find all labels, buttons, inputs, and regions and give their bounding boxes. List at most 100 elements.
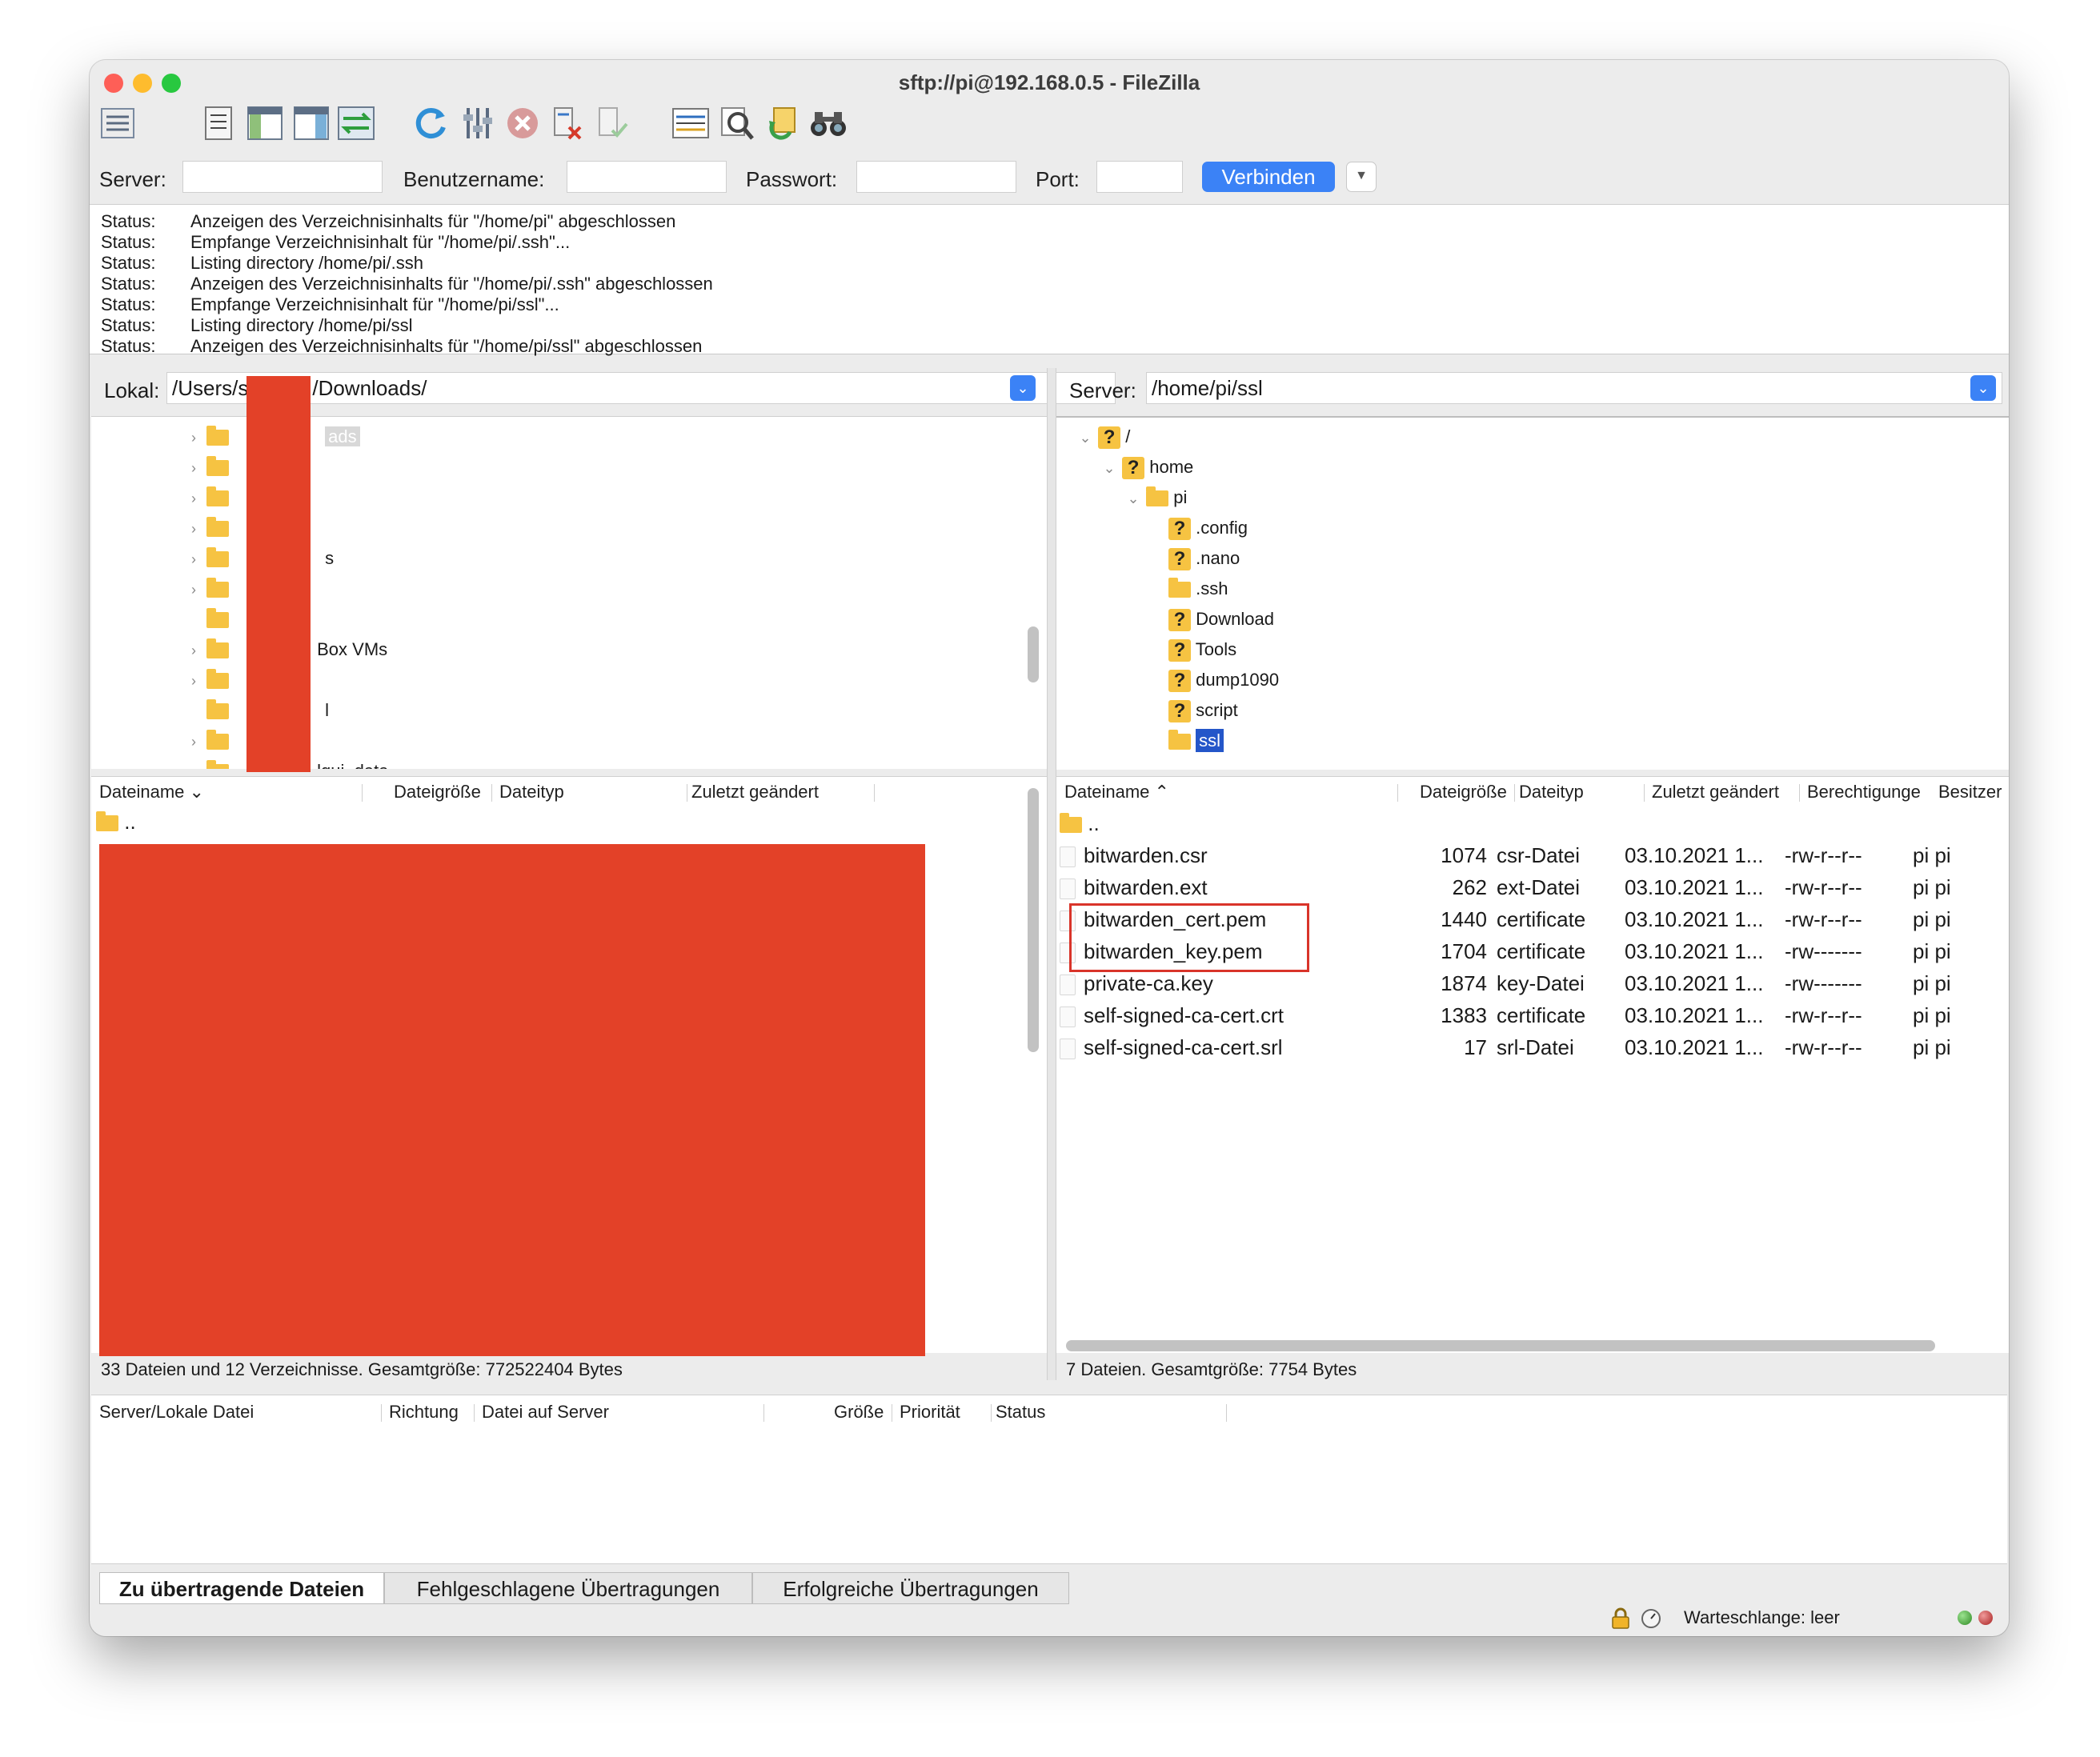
remote-path-dropdown-button[interactable]: ⌄	[1970, 375, 1996, 401]
log-line: Status: Listing directory /home/pi/.ssh	[101, 253, 424, 273]
remote-path-combo[interactable]: /home/pi/ssl	[1146, 372, 2002, 404]
remote-file-row[interactable]: bitwarden.csr 1074 csr-Datei 03.10.2021 …	[1060, 839, 2004, 871]
close-window-button[interactable]	[104, 74, 123, 93]
expand-arrow-icon[interactable]: ›	[186, 666, 202, 696]
tree-item-config[interactable]: ? .config	[1168, 513, 1248, 543]
site-manager-icon[interactable]	[96, 102, 139, 145]
tree-item-nano[interactable]: ? .nano	[1168, 543, 1240, 574]
expand-arrow-icon[interactable]: ›	[186, 635, 202, 666]
remote-file-row[interactable]: bitwarden.ext 262 ext-Datei 03.10.2021 1…	[1060, 871, 2004, 903]
refresh-icon[interactable]	[410, 102, 453, 145]
remote-col-permissions[interactable]: Berechtigunge	[1807, 779, 1921, 805]
queue-col-file[interactable]: Server/Lokale Datei	[99, 1399, 254, 1425]
port-input[interactable]	[1096, 161, 1183, 193]
sync-browse-icon[interactable]	[760, 102, 804, 145]
tree-item-root[interactable]: ⌄ ? /	[1077, 422, 1130, 452]
tree-item[interactable]: ›	[186, 574, 230, 605]
search-icon[interactable]	[807, 102, 850, 145]
tree-item[interactable]: ›	[186, 513, 230, 544]
tab-queued-files[interactable]: Zu übertragende Dateien	[99, 1572, 384, 1604]
process-queue-icon[interactable]	[456, 102, 499, 145]
remote-file-row[interactable]: self-signed-ca-cert.crt 1383 certificate…	[1060, 999, 2004, 1031]
expand-arrow-icon[interactable]: ›	[186, 757, 202, 769]
remote-col-name[interactable]: Dateiname ⌃	[1064, 779, 1169, 805]
disconnect-icon[interactable]	[546, 102, 589, 145]
expand-arrow-icon[interactable]: ›	[186, 453, 202, 483]
file-icon	[1060, 1039, 1076, 1060]
tree-item[interactable]: ›	[186, 726, 230, 757]
minimize-window-button[interactable]	[133, 74, 152, 93]
remote-parent-dir-row[interactable]: ..	[1060, 807, 1100, 839]
tree-item[interactable]	[186, 604, 230, 634]
remote-col-modified[interactable]: Zuletzt geändert	[1652, 779, 1779, 805]
local-list-scrollbar[interactable]	[1028, 788, 1039, 1052]
log-line: Status: Empfange Verzeichnisinhalt für "/…	[101, 232, 571, 252]
queue-col-size[interactable]: Größe	[834, 1399, 884, 1425]
transfer-queue	[91, 1395, 2007, 1564]
remote-file-row[interactable]: private-ca.key 1874 key-Datei 03.10.2021…	[1060, 967, 2004, 999]
collapse-arrow-icon[interactable]: ⌄	[1101, 453, 1117, 483]
queue-col-status[interactable]: Status	[996, 1399, 1045, 1425]
tab-failed-transfers[interactable]: Fehlgeschlagene Übertragungen	[384, 1572, 752, 1604]
speed-limit-icon[interactable]	[1641, 1608, 1661, 1629]
remote-col-size[interactable]: Dateigröße	[1420, 779, 1507, 805]
sort-ascending-icon: ⌃	[1154, 782, 1169, 802]
toggle-log-icon[interactable]	[197, 102, 240, 145]
expand-arrow-icon[interactable]: ›	[186, 483, 202, 514]
local-col-size[interactable]: Dateigröße	[394, 779, 481, 805]
local-status: 33 Dateien und 12 Verzeichnisse. Gesamtg…	[101, 1359, 623, 1379]
tree-item-ssl[interactable]: ssl	[1168, 726, 1224, 756]
tree-item[interactable]: ›	[186, 482, 230, 514]
local-path-dropdown-button[interactable]: ⌄	[1010, 375, 1036, 401]
remote-status: 7 Dateien. Gesamtgröße: 7754 Bytes	[1066, 1359, 1357, 1379]
file-icon	[1060, 878, 1076, 900]
tree-item-dump1090[interactable]: ? dump1090	[1168, 665, 1279, 695]
compare-icon[interactable]	[715, 102, 759, 145]
selected-folder-label: ssl	[1196, 729, 1224, 752]
tree-item-download[interactable]: ? Download	[1168, 604, 1274, 634]
remote-col-type[interactable]: Dateityp	[1519, 779, 1584, 805]
tree-item-pi[interactable]: ⌄ pi	[1125, 482, 1187, 513]
tree-item-home[interactable]: ⌄ ? home	[1101, 452, 1193, 482]
queue-col-remote-file[interactable]: Datei auf Server	[482, 1399, 609, 1425]
tree-item[interactable]: ›	[186, 665, 230, 696]
expand-arrow-icon[interactable]: ›	[186, 514, 202, 544]
collapse-arrow-icon[interactable]: ⌄	[1125, 483, 1141, 514]
filter-icon[interactable]	[669, 102, 712, 145]
folder-icon	[206, 426, 230, 446]
local-col-modified[interactable]: Zuletzt geändert	[691, 779, 819, 805]
panel-splitter[interactable]	[1047, 368, 1056, 1380]
local-tree-scrollbar[interactable]	[1028, 626, 1039, 682]
tab-successful-transfers[interactable]: Erfolgreiche Übertragungen	[752, 1572, 1069, 1604]
local-parent-dir-row[interactable]: ..	[96, 806, 136, 838]
connect-button[interactable]: Verbinden	[1202, 162, 1335, 192]
server-input[interactable]	[182, 161, 383, 193]
expand-arrow-icon[interactable]: ›	[186, 726, 202, 757]
expand-arrow-icon[interactable]: ›	[186, 422, 202, 453]
zoom-window-button[interactable]	[162, 74, 181, 93]
cancel-icon[interactable]	[501, 102, 544, 145]
quickconnect-history-dropdown[interactable]: ▼	[1346, 162, 1377, 192]
local-col-type[interactable]: Dateityp	[499, 779, 564, 805]
tree-item[interactable]: ›	[186, 452, 230, 483]
username-input[interactable]	[567, 161, 727, 193]
toggle-local-tree-icon[interactable]	[243, 102, 287, 145]
tree-item-tools[interactable]: ? Tools	[1168, 634, 1236, 665]
remote-col-owner[interactable]: Besitzer	[1938, 779, 2002, 805]
toggle-remote-tree-icon[interactable]	[290, 102, 333, 145]
toggle-transfer-queue-icon[interactable]	[335, 102, 378, 145]
password-input[interactable]	[856, 161, 1016, 193]
collapse-arrow-icon[interactable]: ⌄	[1077, 422, 1093, 453]
tree-item-ssh[interactable]: .ssh	[1168, 574, 1228, 604]
unknown-folder-icon: ?	[1168, 548, 1191, 571]
expand-arrow-icon[interactable]: ›	[186, 544, 202, 574]
queue-col-priority[interactable]: Priorität	[900, 1399, 960, 1425]
local-col-name[interactable]: Dateiname ⌄	[99, 779, 204, 805]
remote-list-horizontal-scrollbar[interactable]	[1066, 1340, 1935, 1351]
tree-item-script[interactable]: ? script	[1168, 695, 1238, 726]
queue-col-direction[interactable]: Richtung	[389, 1399, 459, 1425]
expand-arrow-icon[interactable]: ›	[186, 574, 202, 605]
reconnect-icon[interactable]	[591, 102, 634, 145]
remote-file-row[interactable]: self-signed-ca-cert.srl 17 srl-Datei 03.…	[1060, 1031, 2004, 1063]
file-icon	[1060, 1007, 1076, 1028]
